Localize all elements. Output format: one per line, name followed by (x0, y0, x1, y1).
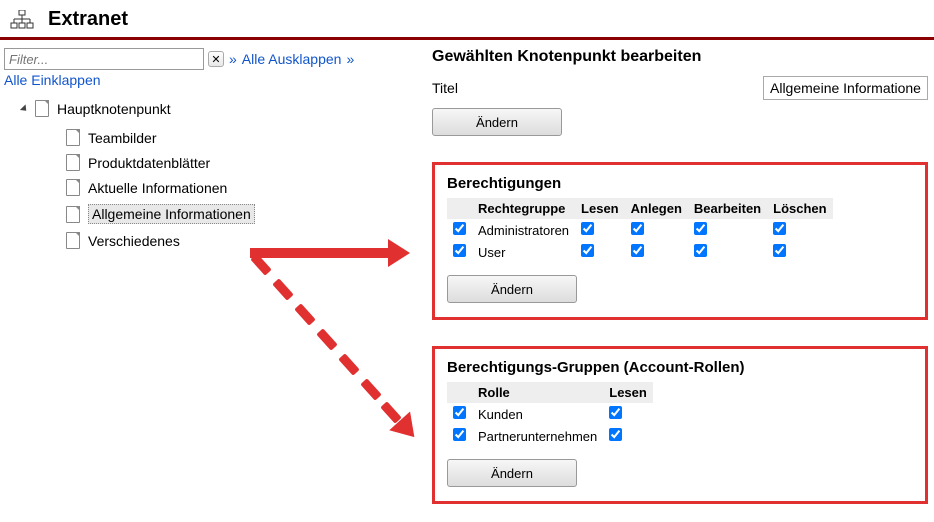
table-cell: Partnerunternehmen (472, 425, 603, 447)
role-checkbox[interactable] (453, 406, 466, 419)
permission-checkbox[interactable] (773, 244, 786, 257)
sitemap-icon (10, 10, 34, 30)
tree-item-label: Aktuelle Informationen (88, 180, 227, 196)
tree-item[interactable]: Produktdatenblätter (66, 150, 430, 175)
table-row: Administratoren (447, 219, 833, 241)
expand-all-link[interactable]: Alle Ausklappen (242, 51, 342, 67)
page-icon (35, 100, 49, 117)
page-icon (66, 179, 80, 196)
table-header (447, 198, 472, 219)
table-header: Lesen (575, 198, 625, 219)
permission-checkbox[interactable] (453, 244, 466, 257)
table-cell: Administratoren (472, 219, 575, 241)
table-header: Anlegen (625, 198, 688, 219)
table-cell: Kunden (472, 403, 603, 425)
app-header: Extranet (0, 0, 934, 40)
tree-root-row[interactable]: Hauptknotenpunkt (4, 98, 430, 119)
role-groups-table: RolleLesen KundenPartnerunternehmen (447, 382, 653, 447)
table-row: User (447, 241, 833, 263)
separator: » (229, 51, 237, 67)
tree-item-label: Produktdatenblätter (88, 155, 210, 171)
table-cell: User (472, 241, 575, 263)
tree-root-label: Hauptknotenpunkt (57, 101, 171, 117)
left-panel: ✕ » Alle Ausklappen » Alle Einklappen Ha… (0, 48, 430, 504)
permission-checkbox[interactable] (631, 244, 644, 257)
permissions-heading: Berechtigungen (447, 175, 913, 192)
permission-checkbox[interactable] (453, 222, 466, 235)
role-groups-heading: Berechtigungs-Gruppen (Account-Rollen) (447, 359, 913, 376)
role-groups-panel: Berechtigungs-Gruppen (Account-Rollen) R… (432, 346, 928, 504)
change-roles-button[interactable]: Ändern (447, 459, 577, 487)
clear-filter-button[interactable]: ✕ (208, 51, 224, 67)
role-checkbox[interactable] (609, 428, 622, 441)
table-row: Kunden (447, 403, 653, 425)
table-header: Löschen (767, 198, 832, 219)
permission-checkbox[interactable] (694, 244, 707, 257)
app-title: Extranet (48, 8, 128, 31)
role-checkbox[interactable] (609, 406, 622, 419)
right-panel: Gewählten Knotenpunkt bearbeiten Titel Ä… (430, 48, 934, 504)
tree-item[interactable]: Allgemeine Informationen (66, 200, 430, 228)
role-checkbox[interactable] (453, 428, 466, 441)
table-header: Rolle (472, 382, 603, 403)
page-icon (66, 154, 80, 171)
table-header (447, 382, 472, 403)
permission-checkbox[interactable] (694, 222, 707, 235)
tree-item-label: Teambilder (88, 130, 156, 146)
table-header: Lesen (603, 382, 653, 403)
change-permissions-button[interactable]: Ändern (447, 275, 577, 303)
table-header: Bearbeiten (688, 198, 767, 219)
tree-item-label: Allgemeine Informationen (88, 204, 255, 224)
filter-input[interactable] (4, 48, 204, 70)
collapse-all-link[interactable]: Alle Einklappen (4, 72, 101, 88)
page-icon (66, 206, 80, 223)
tree: Hauptknotenpunkt Teambilder Produktdatenb… (4, 98, 430, 253)
permissions-table: RechtegruppeLesenAnlegenBearbeitenLösche… (447, 198, 833, 263)
permission-checkbox[interactable] (631, 222, 644, 235)
tree-item[interactable]: Aktuelle Informationen (66, 175, 430, 200)
tree-item-label: Verschiedenes (88, 233, 180, 249)
permission-checkbox[interactable] (581, 222, 594, 235)
page-icon (66, 232, 80, 249)
tree-item[interactable]: Verschiedenes (66, 228, 430, 253)
title-label: Titel (432, 80, 458, 96)
collapse-icon[interactable] (20, 104, 29, 113)
change-title-button[interactable]: Ändern (432, 108, 562, 136)
table-header: Rechtegruppe (472, 198, 575, 219)
separator: » (346, 51, 354, 67)
permission-checkbox[interactable] (581, 244, 594, 257)
table-row: Partnerunternehmen (447, 425, 653, 447)
page-icon (66, 129, 80, 146)
title-input[interactable] (763, 76, 928, 100)
tree-item[interactable]: Teambilder (66, 125, 430, 150)
permissions-panel: Berechtigungen RechtegruppeLesenAnlegenB… (432, 162, 928, 320)
editor-heading: Gewählten Knotenpunkt bearbeiten (432, 48, 928, 66)
permission-checkbox[interactable] (773, 222, 786, 235)
